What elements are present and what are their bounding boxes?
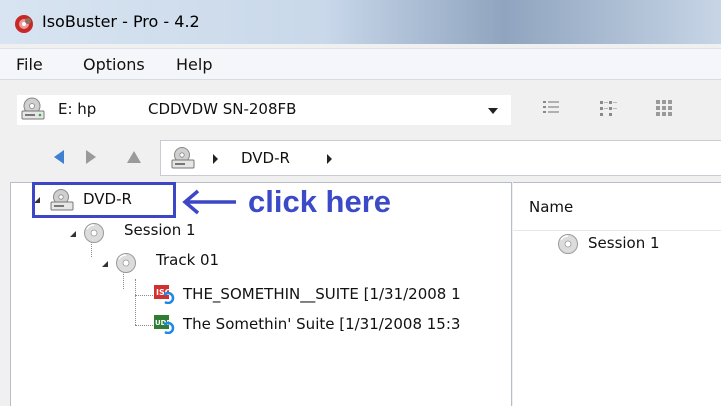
- udf-file-icon: UDF: [154, 315, 175, 334]
- list-view-icon[interactable]: [540, 97, 562, 119]
- list-pane[interactable]: Name Session 1: [513, 182, 721, 406]
- optical-drive-icon: [171, 147, 195, 169]
- chevron-down-icon[interactable]: [488, 108, 498, 114]
- window-title: IsoBuster - Pro - 4.2: [42, 12, 200, 31]
- tree-item-file[interactable]: ISO THE_SOMETHIN__SUITE [1/31/2008 1: [153, 281, 511, 309]
- tree-item-file[interactable]: UDF The Somethin' Suite [1/31/2008 15:3: [153, 311, 511, 339]
- tree-item-label: Track 01: [156, 251, 220, 269]
- drive-letter: E: hp: [58, 100, 97, 118]
- expand-icon[interactable]: [101, 260, 109, 268]
- chevron-right-icon[interactable]: [327, 154, 332, 164]
- menu-help[interactable]: Help: [176, 55, 212, 74]
- tree-item-label: Session 1: [124, 221, 196, 239]
- details-view-icon[interactable]: [597, 97, 619, 119]
- list-item-label: Session 1: [588, 234, 660, 252]
- drive-name: CDDVDW SN-208FB: [148, 100, 297, 118]
- forward-arrow-icon[interactable]: [84, 149, 98, 165]
- column-header-label: Name: [529, 198, 574, 216]
- navigation-bar: DVD-R: [0, 134, 721, 180]
- column-header-name[interactable]: Name: [513, 183, 721, 231]
- menu-bar: File Options Help: [0, 48, 721, 80]
- disc-icon: [116, 253, 136, 273]
- list-item[interactable]: Session 1: [553, 231, 713, 261]
- tree-item-label: The Somethin' Suite [1/31/2008 15:3: [183, 315, 461, 333]
- tree-connector: [135, 279, 136, 325]
- back-arrow-icon[interactable]: [52, 149, 66, 165]
- title-bar: IsoBuster - Pro - 4.2: [0, 0, 721, 44]
- tree-item-label: THE_SOMETHIN__SUITE [1/31/2008 1: [183, 285, 461, 303]
- address-bar[interactable]: DVD-R: [160, 140, 721, 176]
- address-segment[interactable]: DVD-R: [241, 149, 290, 167]
- menu-options[interactable]: Options: [83, 55, 145, 74]
- icons-view-icon[interactable]: [653, 97, 675, 119]
- disc-icon: [84, 223, 104, 243]
- callout-text: click here: [248, 184, 392, 219]
- highlight-box: [32, 182, 176, 218]
- expand-icon[interactable]: [69, 230, 77, 238]
- tree-connector: [135, 325, 153, 326]
- tree-item-track[interactable]: Track 01: [93, 247, 253, 277]
- toolbar: E: hp CDDVDW SN-208FB: [0, 86, 721, 132]
- tree-item-session[interactable]: Session 1: [61, 217, 221, 247]
- up-arrow-icon[interactable]: [126, 150, 142, 164]
- arrow-left-icon: [182, 189, 236, 215]
- optical-drive-icon: [21, 97, 45, 120]
- menu-file[interactable]: File: [16, 55, 43, 74]
- chevron-right-icon[interactable]: [213, 154, 218, 164]
- iso-file-icon: ISO: [154, 285, 175, 304]
- tree-connector: [135, 295, 153, 296]
- isobuster-icon: [15, 15, 33, 33]
- disc-icon: [558, 234, 578, 254]
